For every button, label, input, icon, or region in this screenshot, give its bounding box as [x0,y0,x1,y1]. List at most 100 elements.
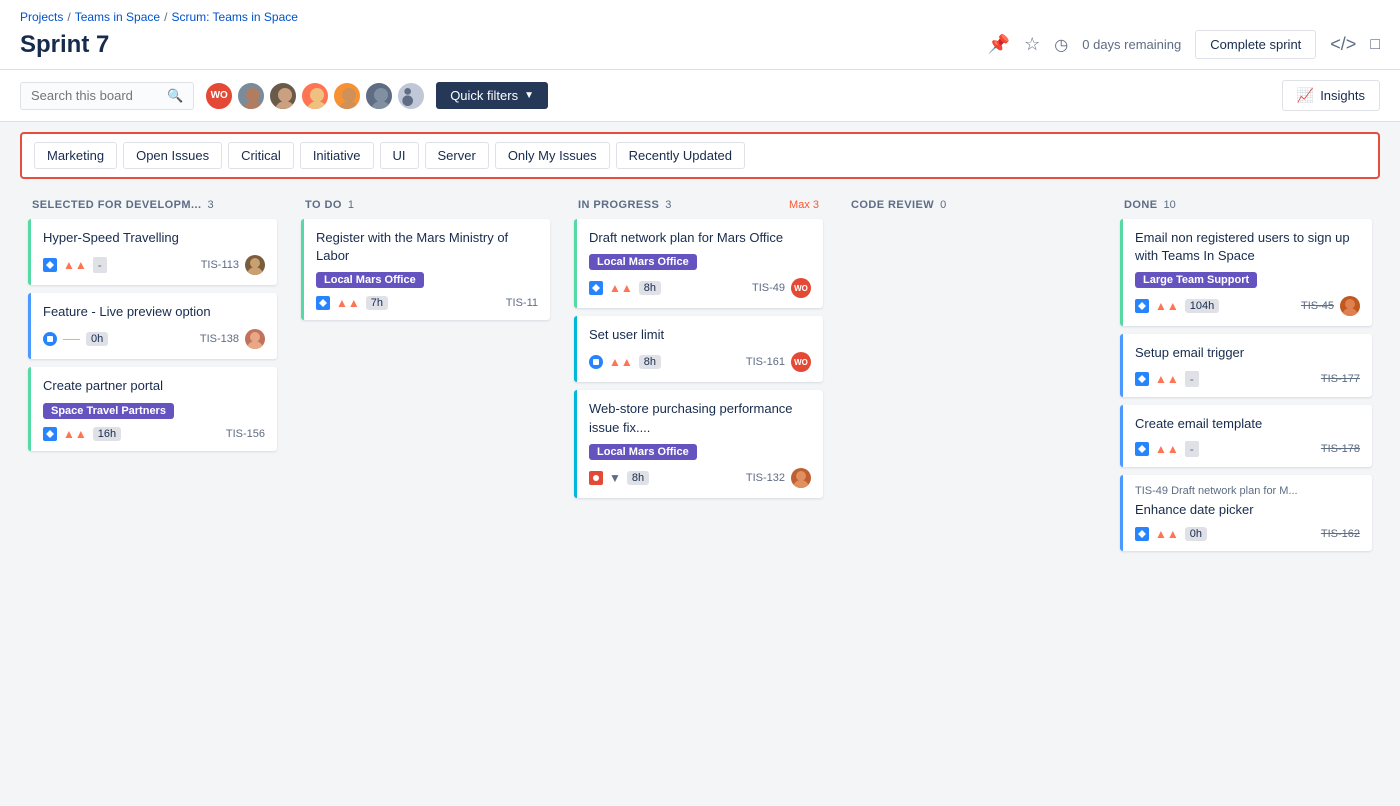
filter-recently-updated[interactable]: Recently Updated [616,142,745,169]
card-label: Space Travel Partners [43,403,174,419]
breadcrumb: Projects / Teams in Space / Scrum: Teams… [20,0,1380,26]
card-tis177[interactable]: Setup email trigger ▲▲ - TIS-177 [1120,334,1372,396]
expand-icon[interactable]: □ [1370,36,1380,54]
priority-icon: ▲▲ [63,258,87,272]
story-icon [589,281,603,295]
pin-icon[interactable]: 📌 [988,34,1010,55]
card-avatar [791,468,811,488]
priority-medium-icon: ── [63,332,80,346]
card-tis132[interactable]: Web-store purchasing performance issue f… [574,390,823,497]
breadcrumb-teams[interactable]: Teams in Space [75,10,160,24]
column-header-inprogress: IN PROGRESS 3 Max 3 [566,189,831,219]
card-footer: ▲▲ 8h TIS-161 WO [589,352,811,372]
card-title: Register with the Mars Ministry of Labor [316,229,538,265]
card-id: TIS-132 [746,472,785,484]
card-tis138[interactable]: Feature - Live preview option ── 0h TIS-… [28,293,277,359]
card-tis156[interactable]: Create partner portal Space Travel Partn… [28,367,277,450]
card-title: Create partner portal [43,377,265,395]
column-header-todo: TO DO 1 [293,189,558,219]
breadcrumb-sep2: / [164,10,167,24]
card-id-strikethrough: TIS-162 [1321,528,1360,540]
priority-icon: ▲▲ [1155,299,1179,313]
quick-filters-button[interactable]: Quick filters ▼ [436,82,548,109]
card-footer: ▲▲ - TIS-113 [43,255,265,275]
story-icon [43,427,57,441]
column-title-selected: SELECTED FOR DEVELOPM... [32,199,201,211]
card-title: Web-store purchasing performance issue f… [589,400,811,436]
card-tis178[interactable]: Create email template ▲▲ - TIS-178 [1120,405,1372,467]
filter-ui[interactable]: UI [380,142,419,169]
search-box: 🔍 [20,82,194,110]
story-icon [1135,527,1149,541]
card-id-strikethrough: TIS-177 [1321,373,1360,385]
card-id: TIS-11 [506,297,538,309]
story-icon [1135,442,1149,456]
star-icon[interactable]: ☆ [1024,34,1040,55]
filter-critical[interactable]: Critical [228,142,294,169]
card-tis162[interactable]: TIS-49 Draft network plan for M... Enhan… [1120,475,1372,551]
card-footer: ── 0h TIS-138 [43,329,265,349]
filter-open-issues[interactable]: Open Issues [123,142,222,169]
card-label: Local Mars Office [589,444,697,460]
card-ref: TIS-49 Draft network plan for M... [1135,485,1360,497]
card-tis113[interactable]: Hyper-Speed Travelling ▲▲ - TIS-113 [28,219,277,285]
column-done: DONE 10 Email non registered users to si… [1112,189,1380,559]
filter-server[interactable]: Server [425,142,489,169]
column-count-selected: 3 [207,199,213,211]
card-tis45[interactable]: Email non registered users to sign up wi… [1120,219,1372,326]
card-avatar [245,329,265,349]
avatar-5[interactable] [364,81,394,111]
card-footer: ▲▲ 104h TIS-45 [1135,296,1360,316]
card-title: Enhance date picker [1135,501,1360,519]
avatar-6[interactable] [396,81,426,111]
card-tis11[interactable]: Register with the Mars Ministry of Labor… [301,219,550,320]
card-id: TIS-156 [226,428,265,440]
column-title-codereview: CODE REVIEW [851,199,934,211]
dash-icon: - [93,257,107,273]
column-count-done: 10 [1164,199,1176,211]
column-max-inprogress: Max 3 [789,199,819,211]
share-icon[interactable]: </> [1330,34,1356,55]
card-title: Feature - Live preview option [43,303,265,321]
time-badge: 0h [1185,527,1207,541]
priority-icon: ▲▲ [63,427,87,441]
dash-icon: - [1185,371,1199,387]
time-badge: 8h [639,281,661,295]
avatar-wo[interactable]: WO [204,81,234,111]
priority-icon: ▲▲ [336,296,360,310]
search-icon: 🔍 [167,88,183,104]
chart-icon: 📈 [1297,87,1314,104]
avatar-4[interactable] [332,81,362,111]
search-input[interactable] [31,88,161,103]
card-footer: ▲▲ 0h TIS-162 [1135,527,1360,541]
card-id: TIS-49 [752,282,785,294]
column-cards-selected: Hyper-Speed Travelling ▲▲ - TIS-113 Feat… [20,219,285,459]
card-tis49[interactable]: Draft network plan for Mars Office Local… [574,219,823,308]
priority-icon: ▲▲ [1155,372,1179,386]
avatar-1[interactable] [236,81,266,111]
avatar-2[interactable] [268,81,298,111]
breadcrumb-projects[interactable]: Projects [20,10,63,24]
bug-icon [589,471,603,485]
column-selected: SELECTED FOR DEVELOPM... 3 Hyper-Speed T… [20,189,285,559]
card-title: Hyper-Speed Travelling [43,229,265,247]
filter-marketing[interactable]: Marketing [34,142,117,169]
task-icon [589,355,603,369]
filter-only-my-issues[interactable]: Only My Issues [495,142,610,169]
filter-initiative[interactable]: Initiative [300,142,374,169]
insights-button[interactable]: 📈 Insights [1282,80,1380,111]
column-title-inprogress: IN PROGRESS [578,199,659,211]
card-avatar [245,255,265,275]
card-id-strikethrough: TIS-178 [1321,443,1360,455]
chevron-down-icon: ▼ [609,471,621,485]
filter-bar: Marketing Open Issues Critical Initiativ… [20,132,1380,179]
avatar-3[interactable] [300,81,330,111]
breadcrumb-scrum[interactable]: Scrum: Teams in Space [171,10,298,24]
column-header-codereview: CODE REVIEW 0 [839,189,1104,219]
card-footer: ▲▲ 7h TIS-11 [316,296,538,310]
card-tis161[interactable]: Set user limit ▲▲ 8h TIS-161 WO [574,316,823,382]
complete-sprint-button[interactable]: Complete sprint [1195,30,1316,59]
time-badge: 8h [627,471,649,485]
card-footer: ▲▲ 16h TIS-156 [43,427,265,441]
column-cards-codereview [839,219,1104,319]
